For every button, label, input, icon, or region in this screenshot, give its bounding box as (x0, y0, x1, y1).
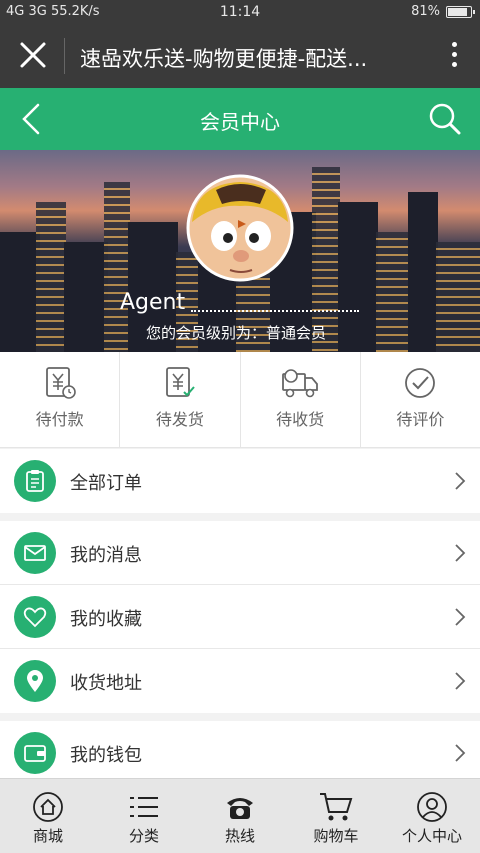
clipboard-icon (26, 470, 44, 492)
status-bar: 4G 3G 55.2K/s 11:14 81% (0, 0, 480, 26)
nav-label: 分类 (128, 827, 159, 845)
user-name: Agent (120, 290, 186, 315)
order-status-pending-payment[interactable]: 待付款 (0, 352, 121, 447)
order-status-label: 待发货 (155, 410, 204, 429)
user-icon (417, 792, 447, 822)
nav-item-cart[interactable]: 购物车 (288, 779, 384, 853)
more-menu-icon[interactable] (450, 42, 458, 72)
order-status-pending-shipment[interactable]: 待发货 (120, 352, 241, 447)
order-status-pending-receipt[interactable]: 待收货 (241, 352, 361, 447)
menu-item-label: 我的钱包 (70, 745, 142, 766)
divider (64, 38, 65, 74)
wallet-icon (24, 745, 46, 762)
chevron-right-icon (455, 544, 466, 562)
nav-label: 个人中心 (401, 827, 462, 845)
heart-icon (23, 607, 47, 628)
browser-bar: 速喦欢乐送-购物更便捷-配送... (0, 26, 480, 88)
shipping-pending-icon (165, 367, 195, 397)
battery-percent: 81% (411, 4, 440, 19)
menu-item-wallet[interactable]: 我的钱包 (0, 721, 480, 785)
nav-item-profile[interactable]: 个人中心 (384, 779, 480, 853)
location-pin-icon (27, 670, 43, 692)
truck-icon (282, 369, 319, 398)
chevron-right-icon (455, 608, 466, 626)
menu-item-messages[interactable]: 我的消息 (0, 521, 480, 585)
nav-label: 热线 (224, 827, 255, 845)
cart-icon (320, 793, 353, 821)
order-status-label: 待评价 (396, 410, 445, 429)
phone-icon (227, 798, 253, 819)
menu-item-favorites[interactable]: 我的收藏 (0, 585, 480, 649)
bottom-nav: 商城 分类 热线 购物车 个人中心 (0, 778, 480, 853)
chevron-right-icon (455, 472, 466, 490)
menu-item-label: 收货地址 (70, 673, 142, 694)
nav-label: 购物车 (313, 827, 359, 845)
order-status-label: 待收货 (276, 410, 325, 429)
member-level: 您的会员级别为：普通会员 (146, 324, 327, 342)
name-underline (191, 310, 359, 312)
nav-item-hotline[interactable]: 热线 (192, 779, 288, 853)
nav-item-categories[interactable]: 分类 (96, 779, 192, 853)
profile-banner: Agent 您的会员级别为：普通会员 (0, 150, 480, 352)
menu-item-label: 全部订单 (70, 473, 142, 494)
chevron-right-icon (455, 744, 466, 762)
browser-title: 速喦欢乐送-购物更便捷-配送... (80, 47, 368, 71)
avatar[interactable] (186, 174, 294, 282)
page-title: 会员中心 (200, 110, 280, 134)
clock: 11:14 (219, 4, 261, 20)
battery-icon (446, 5, 475, 18)
menu-item-all-orders[interactable]: 全部订单 (0, 449, 480, 513)
search-icon[interactable] (428, 102, 462, 136)
order-status-pending-review[interactable]: 待评价 (361, 352, 480, 447)
order-status-bar: 待付款 待发货 待收货 待评价 (0, 352, 480, 448)
review-check-icon (405, 368, 436, 398)
menu-item-label: 我的消息 (70, 545, 142, 566)
list-icon (130, 797, 158, 817)
home-icon (33, 792, 63, 822)
envelope-icon (24, 545, 46, 561)
menu-item-addresses[interactable]: 收货地址 (0, 649, 480, 713)
payment-icon (45, 367, 76, 399)
nav-label: 商城 (32, 827, 63, 845)
order-status-label: 待付款 (35, 410, 84, 429)
chevron-right-icon (455, 672, 466, 690)
menu-item-label: 我的收藏 (70, 609, 142, 630)
app-header: 会员中心 (0, 88, 480, 150)
nav-item-mall[interactable]: 商城 (0, 779, 96, 853)
close-icon[interactable] (18, 40, 48, 70)
